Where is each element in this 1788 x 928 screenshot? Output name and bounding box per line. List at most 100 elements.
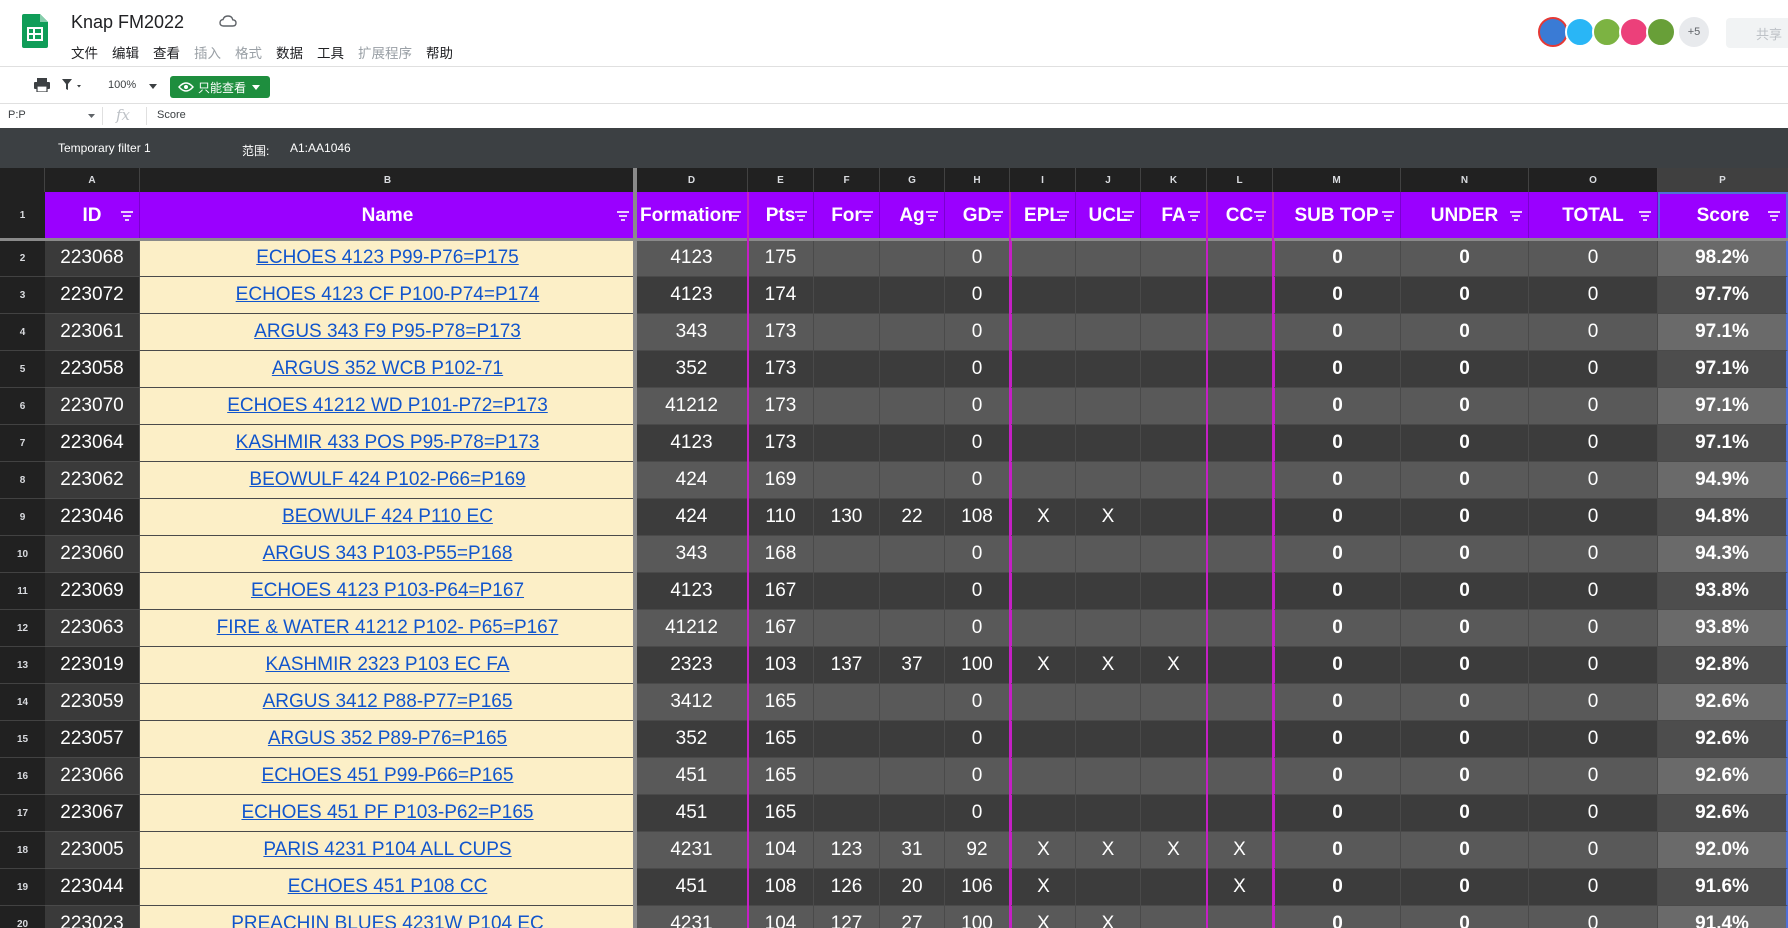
data-cell[interactable] <box>880 425 945 462</box>
data-cell[interactable] <box>1076 795 1141 832</box>
data-cell[interactable]: 167 <box>748 573 814 610</box>
data-cell[interactable] <box>814 462 880 499</box>
name-link[interactable]: ECHOES 451 P99-P66=P165 <box>262 765 514 787</box>
data-cell[interactable]: 104 <box>748 906 814 928</box>
data-cell[interactable]: 223067 <box>45 795 140 832</box>
name-cell[interactable]: ECHOES 41212 WD P101-P72=P173 <box>140 388 636 425</box>
data-cell[interactable] <box>1141 462 1207 499</box>
name-link[interactable]: ECHOES 4123 P103-P64=P167 <box>251 580 524 602</box>
data-cell[interactable] <box>1010 795 1076 832</box>
data-cell[interactable]: 223072 <box>45 277 140 314</box>
row-header[interactable]: 2 <box>0 240 45 277</box>
data-cell[interactable]: X <box>1010 869 1076 906</box>
data-cell[interactable]: 352 <box>636 721 748 758</box>
frozen-column-divider[interactable] <box>633 168 637 928</box>
data-cell[interactable]: 22 <box>880 499 945 536</box>
data-cell[interactable] <box>1207 684 1273 721</box>
data-cell[interactable] <box>880 388 945 425</box>
data-cell[interactable]: 174 <box>748 277 814 314</box>
column-header-k[interactable]: K <box>1141 168 1207 192</box>
data-cell[interactable] <box>1207 240 1273 277</box>
data-cell[interactable]: 169 <box>748 462 814 499</box>
name-cell[interactable]: ARGUS 3412 P88-P77=P165 <box>140 684 636 721</box>
row-header[interactable]: 10 <box>0 536 45 573</box>
data-cell[interactable]: 92.8% <box>1658 647 1788 684</box>
name-cell[interactable]: ECHOES 4123 CF P100-P74=P174 <box>140 277 636 314</box>
data-cell[interactable]: 3412 <box>636 684 748 721</box>
data-cell[interactable] <box>1207 610 1273 647</box>
data-cell[interactable] <box>1010 573 1076 610</box>
name-cell[interactable]: ECHOES 4123 P103-P64=P167 <box>140 573 636 610</box>
data-cell[interactable]: X <box>1010 832 1076 869</box>
name-link[interactable]: ECHOES 4123 CF P100-P74=P174 <box>236 284 540 306</box>
data-cell[interactable] <box>1076 425 1141 462</box>
data-cell[interactable]: 223019 <box>45 647 140 684</box>
data-cell[interactable]: 0 <box>1273 388 1401 425</box>
data-cell[interactable]: 108 <box>748 869 814 906</box>
data-cell[interactable]: 0 <box>1529 388 1658 425</box>
data-cell[interactable]: 97.1% <box>1658 351 1788 388</box>
filter-icon[interactable] <box>1254 210 1266 221</box>
data-cell[interactable] <box>1010 536 1076 573</box>
data-cell[interactable]: 4123 <box>636 573 748 610</box>
column-header-e[interactable]: E <box>748 168 814 192</box>
header-cell-cc[interactable]: CC <box>1207 192 1273 240</box>
data-cell[interactable]: X <box>1141 647 1207 684</box>
data-cell[interactable]: 110 <box>748 499 814 536</box>
data-cell[interactable]: 223066 <box>45 758 140 795</box>
data-cell[interactable]: 97.1% <box>1658 425 1788 462</box>
data-cell[interactable]: 0 <box>1529 351 1658 388</box>
data-cell[interactable]: 0 <box>1401 462 1529 499</box>
column-header-a[interactable]: A <box>45 168 140 192</box>
data-cell[interactable]: 352 <box>636 351 748 388</box>
data-cell[interactable]: 0 <box>1401 536 1529 573</box>
data-cell[interactable]: 92.6% <box>1658 721 1788 758</box>
row-header[interactable]: 5 <box>0 351 45 388</box>
data-cell[interactable]: 0 <box>945 425 1010 462</box>
name-cell[interactable]: FIRE & WATER 41212 P102- P65=P167 <box>140 610 636 647</box>
data-cell[interactable]: X <box>1141 832 1207 869</box>
data-cell[interactable]: 0 <box>945 536 1010 573</box>
data-cell[interactable]: 173 <box>748 388 814 425</box>
data-cell[interactable] <box>1207 462 1273 499</box>
data-cell[interactable]: 223061 <box>45 314 140 351</box>
filter-icon[interactable] <box>1510 210 1522 221</box>
data-cell[interactable] <box>814 795 880 832</box>
data-cell[interactable] <box>1141 906 1207 928</box>
data-cell[interactable] <box>1207 277 1273 314</box>
name-box[interactable]: P:P <box>8 109 26 121</box>
data-cell[interactable]: 175 <box>748 240 814 277</box>
row-header[interactable]: 14 <box>0 684 45 721</box>
data-cell[interactable]: 165 <box>748 758 814 795</box>
name-link[interactable]: ECHOES 4123 P99-P76=P175 <box>256 247 518 269</box>
filter-icon[interactable] <box>795 210 807 221</box>
data-cell[interactable]: 0 <box>945 388 1010 425</box>
data-cell[interactable]: 0 <box>1273 610 1401 647</box>
data-cell[interactable] <box>1076 240 1141 277</box>
range-value[interactable]: A1:AA1046 <box>290 141 351 155</box>
data-cell[interactable]: 173 <box>748 351 814 388</box>
data-cell[interactable]: X <box>1207 832 1273 869</box>
data-cell[interactable] <box>1207 573 1273 610</box>
data-cell[interactable]: X <box>1010 906 1076 928</box>
avatar[interactable] <box>1538 17 1568 47</box>
data-cell[interactable] <box>1076 869 1141 906</box>
data-cell[interactable] <box>1010 314 1076 351</box>
data-cell[interactable] <box>880 277 945 314</box>
avatar[interactable] <box>1646 17 1676 47</box>
data-cell[interactable]: 94.8% <box>1658 499 1788 536</box>
data-cell[interactable]: 167 <box>748 610 814 647</box>
data-cell[interactable]: 0 <box>1529 721 1658 758</box>
data-cell[interactable]: 0 <box>945 684 1010 721</box>
data-cell[interactable] <box>1076 758 1141 795</box>
data-cell[interactable]: 0 <box>1401 573 1529 610</box>
filter-icon[interactable] <box>1188 210 1200 221</box>
data-cell[interactable] <box>880 314 945 351</box>
data-cell[interactable]: 165 <box>748 795 814 832</box>
data-cell[interactable] <box>1141 499 1207 536</box>
data-cell[interactable] <box>1076 314 1141 351</box>
menu-item[interactable]: 插入 <box>194 42 221 62</box>
header-cell-for[interactable]: For <box>814 192 880 240</box>
data-cell[interactable] <box>1141 684 1207 721</box>
data-cell[interactable]: 0 <box>1401 647 1529 684</box>
